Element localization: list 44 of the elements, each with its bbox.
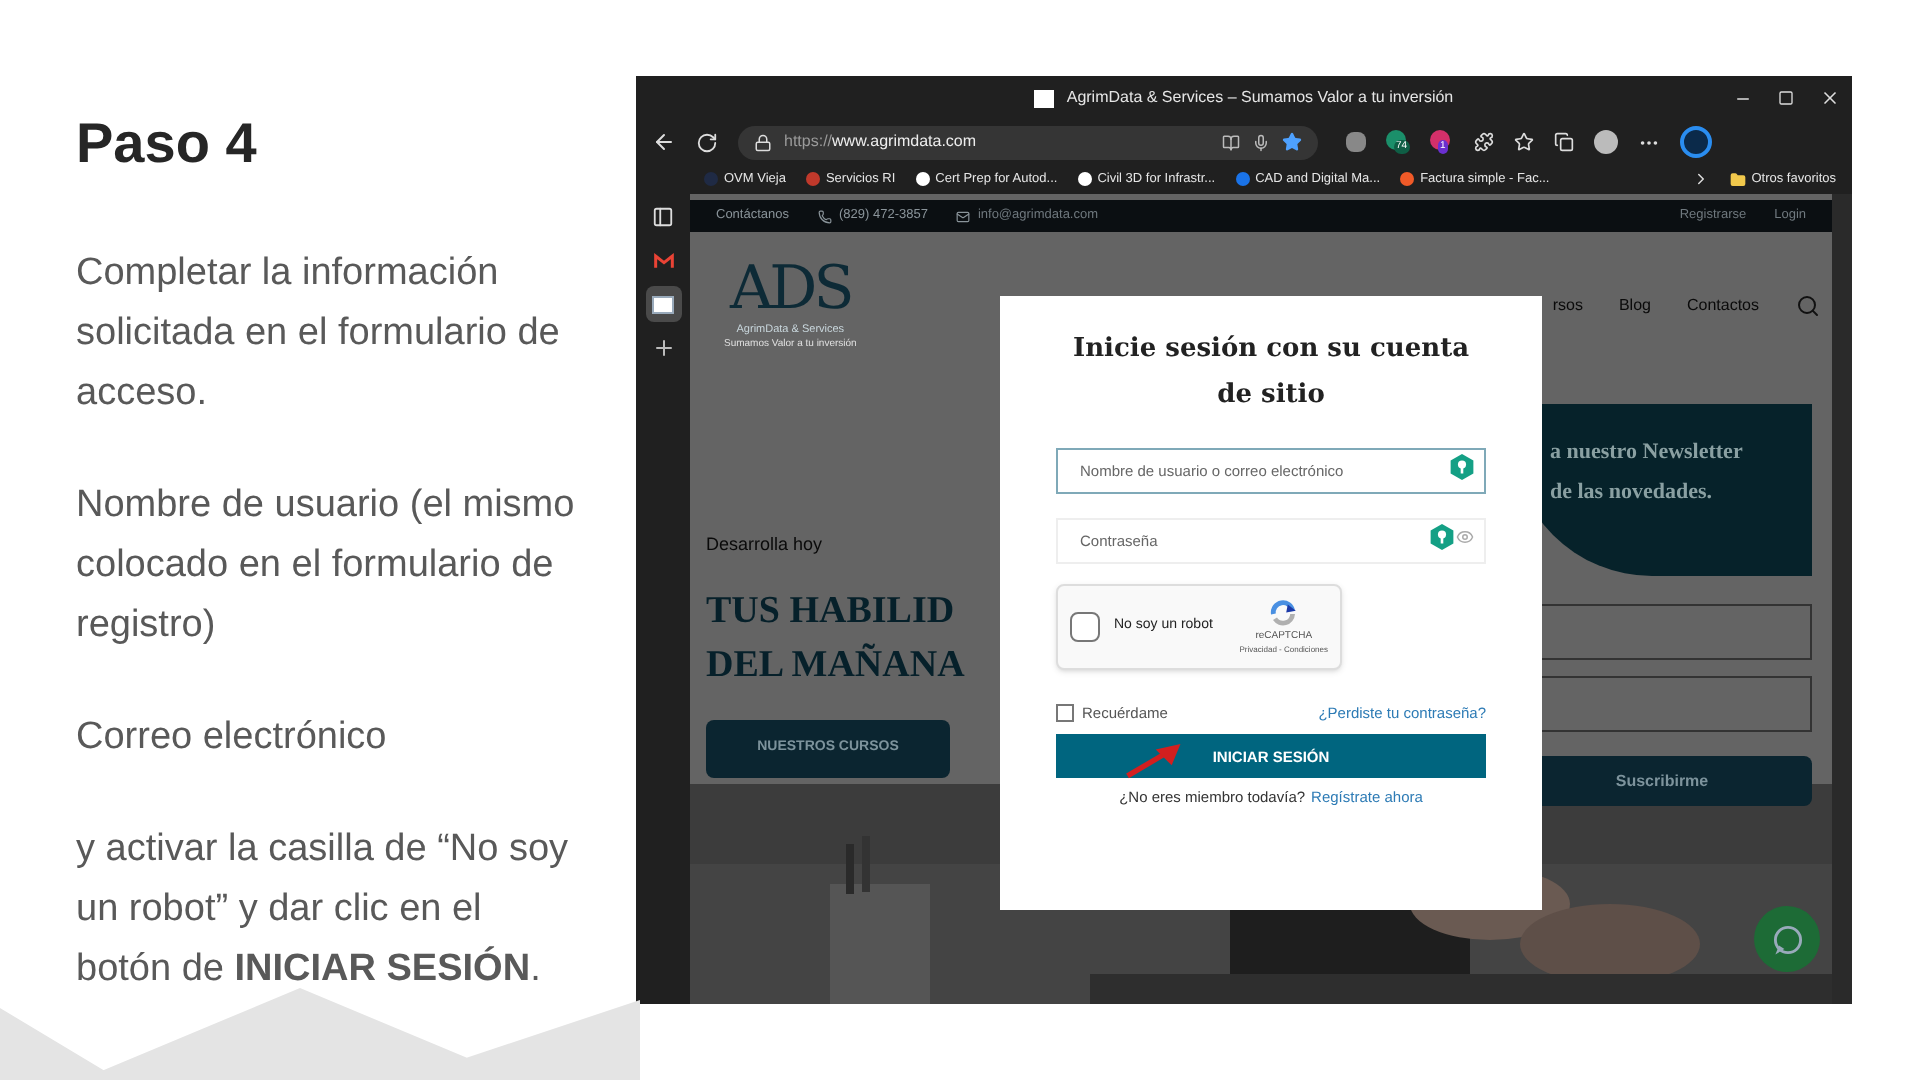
read-aloud-icon[interactable]: [1252, 133, 1270, 151]
chat-bubble-icon: [1769, 921, 1805, 957]
reader-icon[interactable]: [1222, 133, 1240, 151]
refresh-icon[interactable]: [696, 131, 718, 153]
folder-icon: [1729, 171, 1746, 187]
scrollbar[interactable]: [1832, 194, 1852, 1004]
slide-paragraph: Completar la información solicitada en el formulario de acceso.: [76, 250, 562, 418]
recaptcha-logo-icon: [1266, 597, 1301, 630]
favorites-icon[interactable]: [1514, 132, 1534, 152]
password-manager-icon[interactable]: [1430, 524, 1454, 550]
nav-link[interactable]: rsos: [1552, 294, 1583, 318]
extensions-icon[interactable]: [1474, 132, 1494, 152]
pointer-arrow: [1124, 740, 1184, 780]
slide-paragraph: Correo electrónico: [76, 714, 389, 762]
phone-icon: [817, 209, 831, 223]
favorite-star-icon[interactable]: [1282, 132, 1302, 152]
back-icon[interactable]: [652, 130, 676, 154]
window-title: AgrimData & Services – Sumamos Valor a tu inversión: [1066, 86, 1454, 110]
search-icon[interactable]: [1795, 294, 1819, 318]
tab-favicon-icon: [1034, 89, 1055, 107]
close-icon[interactable]: [1820, 88, 1840, 108]
sidebar-site-icon[interactable]: [645, 286, 681, 322]
maximize-icon[interactable]: [1778, 90, 1794, 106]
modal-title: Inicie sesión con su cuenta de sitio: [1071, 332, 1471, 414]
url-text: https://www.agrimdata.com: [784, 130, 979, 154]
captcha-checkbox[interactable]: [1070, 612, 1100, 642]
newsletter-text: de las novedades.: [1550, 478, 1712, 508]
copilot-icon[interactable]: [1680, 126, 1712, 158]
nav-link[interactable]: Contactos: [1686, 294, 1759, 318]
hero-headline: DEL MAÑANA: [706, 641, 965, 689]
slide-title: Paso 4: [76, 110, 259, 178]
remember-checkbox[interactable]: [1056, 704, 1074, 723]
newsletter-text: a nuestro Newsletter: [1550, 438, 1743, 468]
password-manager-icon[interactable]: [1450, 454, 1474, 480]
mail-icon: [955, 209, 970, 223]
collections-icon[interactable]: [1554, 132, 1574, 152]
slide-paragraph: y activar la casilla de “No soy un robot” y dar clic en el botón de INICIAR SESIÓN.: [76, 826, 571, 994]
nav-link[interactable]: Blog: [1618, 294, 1651, 318]
lock-icon: [754, 133, 772, 151]
slide-paragraph: Nombre de usuario (el mismo colocado en el formulario de registro): [76, 482, 577, 650]
profile-avatar[interactable]: [1594, 130, 1618, 154]
hero-kicker: Desarrolla hoy: [706, 532, 823, 558]
hero-headline: TUS HABILID: [706, 587, 955, 635]
address-bar[interactable]: https://www.agrimdata.com: [738, 125, 1318, 159]
